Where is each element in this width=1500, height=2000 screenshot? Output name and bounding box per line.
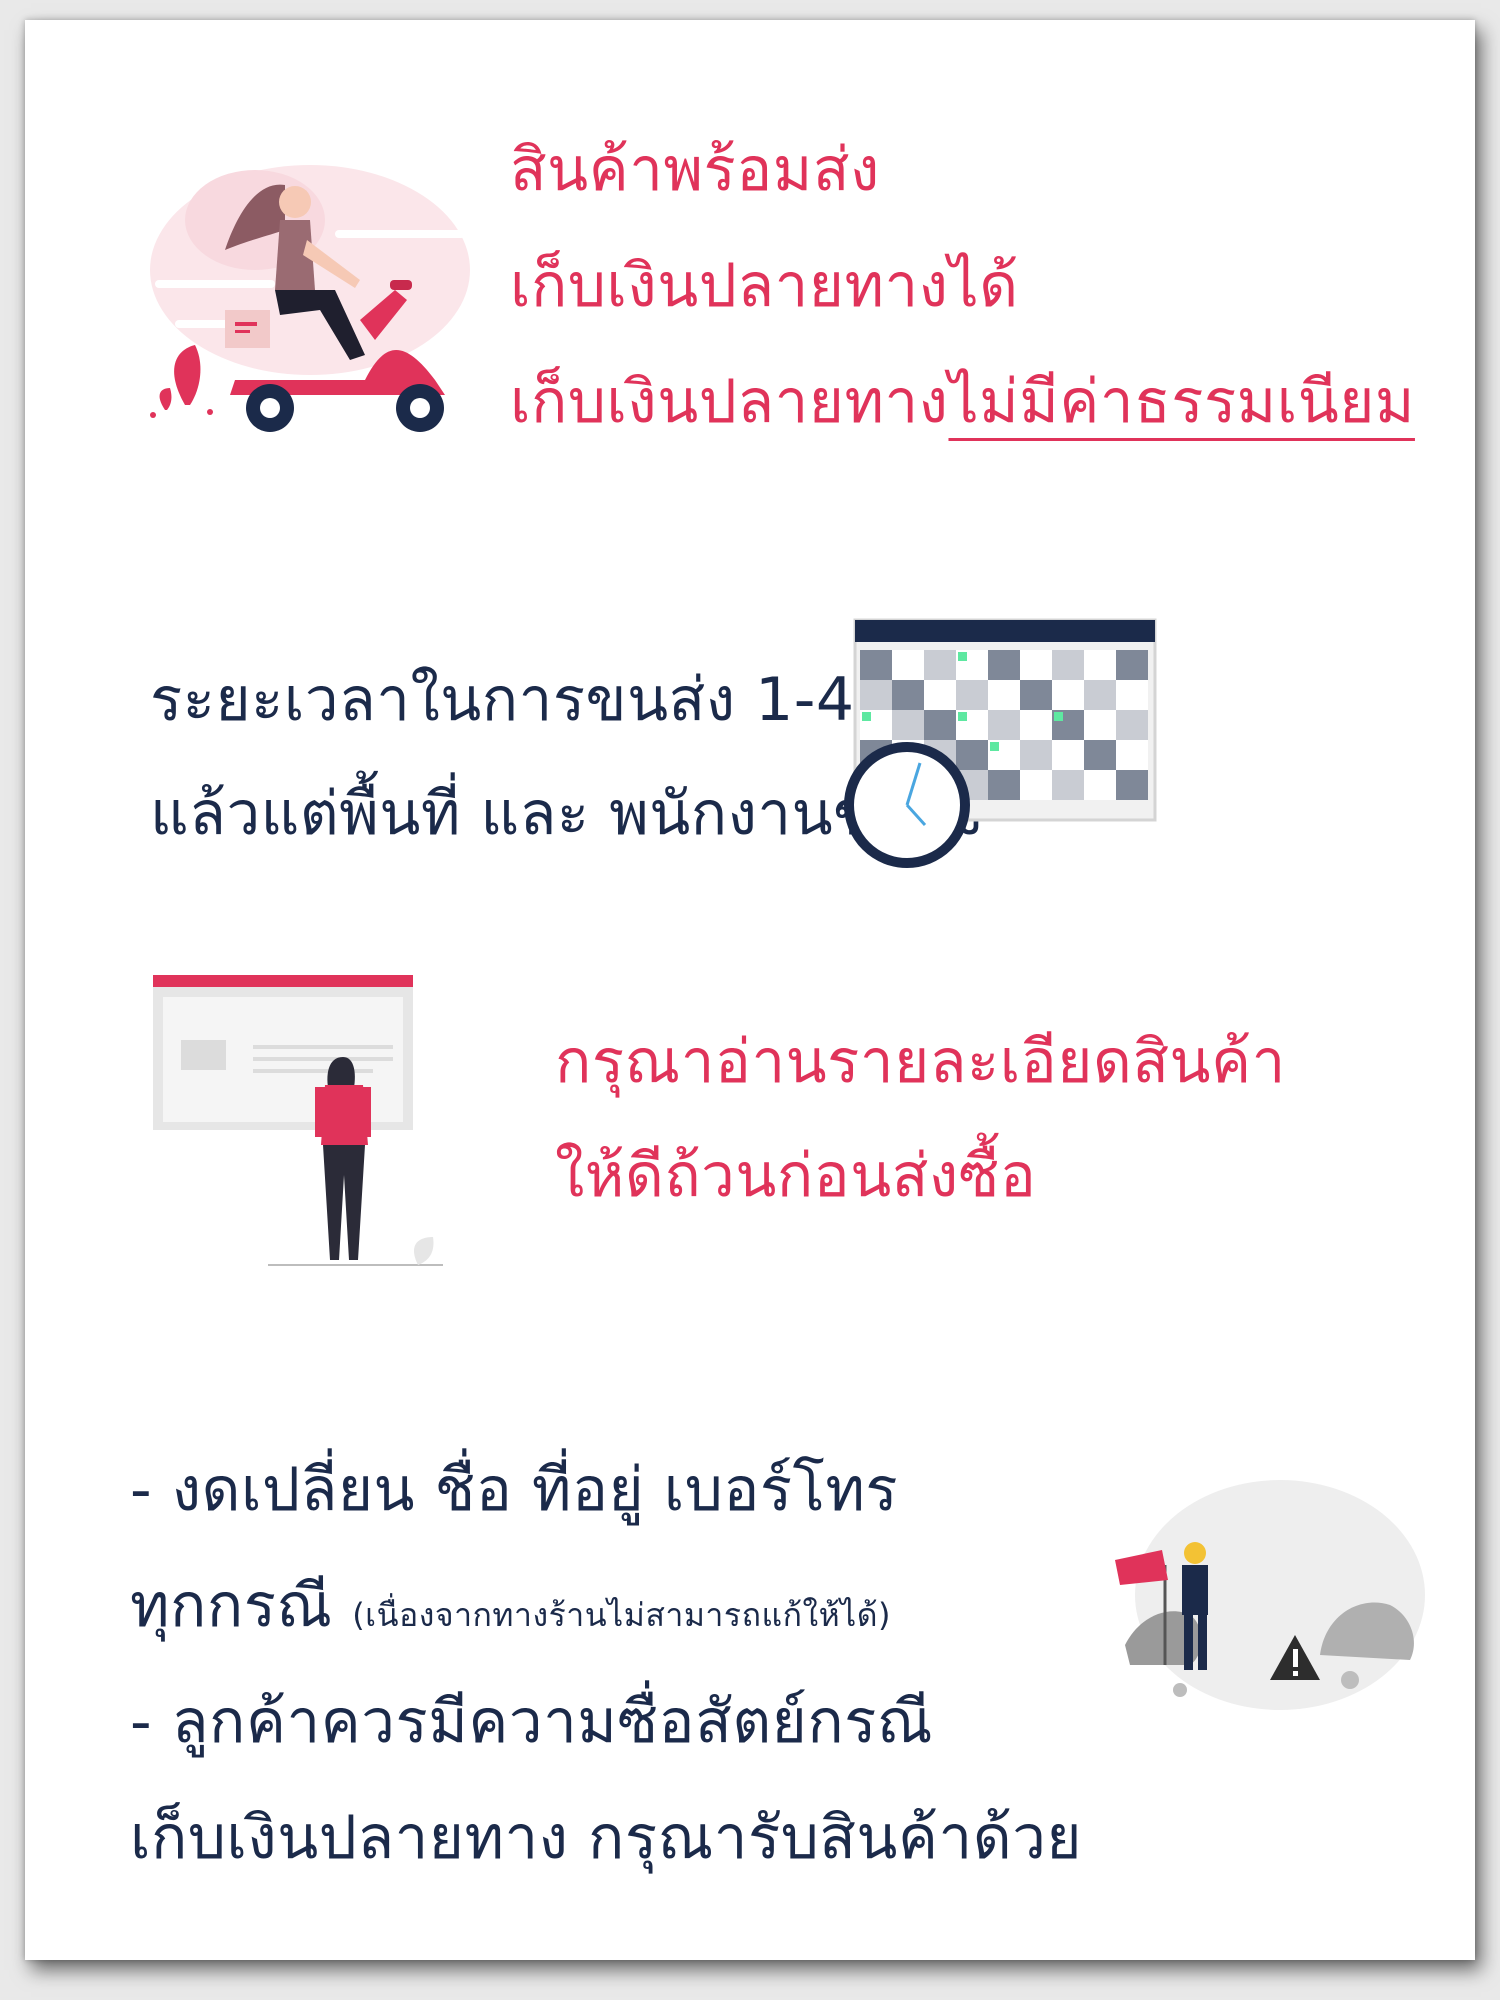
- calendar-cell: [1052, 740, 1084, 770]
- calendar-cell: [1084, 680, 1116, 710]
- calendar-marker: [958, 652, 967, 661]
- calendar-cell: [1116, 680, 1148, 710]
- woman-reading-board-icon: [153, 975, 443, 1266]
- calendar-clock-icon: [844, 618, 1157, 868]
- accept-cod-text: เก็บเงินปลายทาง กรุณารับสินค้าด้วย: [130, 1803, 1083, 1873]
- calendar-cell: [1052, 650, 1084, 680]
- cod-no-fee-text: เก็บเงินปลายทางไม่มีค่าธรรมเนียม: [510, 344, 1415, 460]
- calendar-cell: [1052, 680, 1084, 710]
- info-card: สินค้าพร้อมส่ง เก็บเงินปลายทางได้ เก็บเง…: [25, 20, 1475, 1960]
- calendar-cell: [1116, 770, 1148, 800]
- calendar-marker: [990, 742, 999, 751]
- calendar-cell: [1116, 740, 1148, 770]
- cod-prefix: เก็บเงินปลายทาง: [510, 367, 949, 437]
- any-case-text: ทุกกรณี (เนื่องจากทางร้านไม่สามารถแก้ให้…: [130, 1548, 891, 1673]
- calendar-cell: [924, 650, 956, 680]
- calendar-cell: [1116, 710, 1148, 740]
- scooter-delivery-icon: [150, 165, 470, 432]
- calendar-cell: [1084, 710, 1116, 740]
- calendar-marker: [862, 712, 871, 721]
- no-fee-underlined: ไม่มีค่าธรรมเนียม: [948, 367, 1415, 437]
- reason-note: (เนื่องจากทางร้านไม่สามารถแก้ให้ได้): [352, 1596, 892, 1634]
- calendar-marker: [1054, 712, 1063, 721]
- calendar-cell: [988, 680, 1020, 710]
- calendar-cell: [892, 680, 924, 710]
- honesty-text: - ลูกค้าควรมีความซื่อสัตย์กรณี: [130, 1687, 934, 1757]
- read-before-order-text: ให้ดีถ้วนก่อนส่งซื้อ: [555, 1141, 1037, 1211]
- calendar-cell: [924, 680, 956, 710]
- calendar-cell: [956, 680, 988, 710]
- calendar-cell: [1020, 650, 1052, 680]
- worker-warning-icon: [1115, 1480, 1425, 1710]
- read-details-text: กรุณาอ่านรายละเอียดสินค้า: [555, 1027, 1286, 1097]
- calendar-cell: [892, 710, 924, 740]
- calendar-cell: [1084, 650, 1116, 680]
- any-case-label: ทุกกรณี: [130, 1571, 333, 1641]
- calendar-cell: [860, 680, 892, 710]
- calendar-cell: [956, 740, 988, 770]
- calendar-cell: [1020, 770, 1052, 800]
- calendar-cell: [1020, 710, 1052, 740]
- cod-available-text: เก็บเงินปลายทางได้: [510, 251, 1019, 321]
- calendar-cell: [1052, 770, 1084, 800]
- calendar-cell: [1020, 680, 1052, 710]
- calendar-cell: [1116, 650, 1148, 680]
- no-change-info-text: - งดเปลี่ยน ชื่อ ที่อยู่ เบอร์โทร: [130, 1455, 899, 1525]
- calendar-cell: [1084, 770, 1116, 800]
- calendar-cell: [988, 710, 1020, 740]
- calendar-cell: [988, 650, 1020, 680]
- calendar-marker: [958, 712, 967, 721]
- calendar-cell: [924, 710, 956, 740]
- calendar-cell: [892, 650, 924, 680]
- calendar-cell: [1084, 740, 1116, 770]
- calendar-cell: [988, 770, 1020, 800]
- ready-to-ship-text: สินค้าพร้อมส่ง: [510, 135, 880, 205]
- delivery-time-text: ระยะเวลาในการขนส่ง 1-4 วัน: [150, 665, 950, 735]
- calendar-cell: [1020, 740, 1052, 770]
- calendar-cell: [860, 650, 892, 680]
